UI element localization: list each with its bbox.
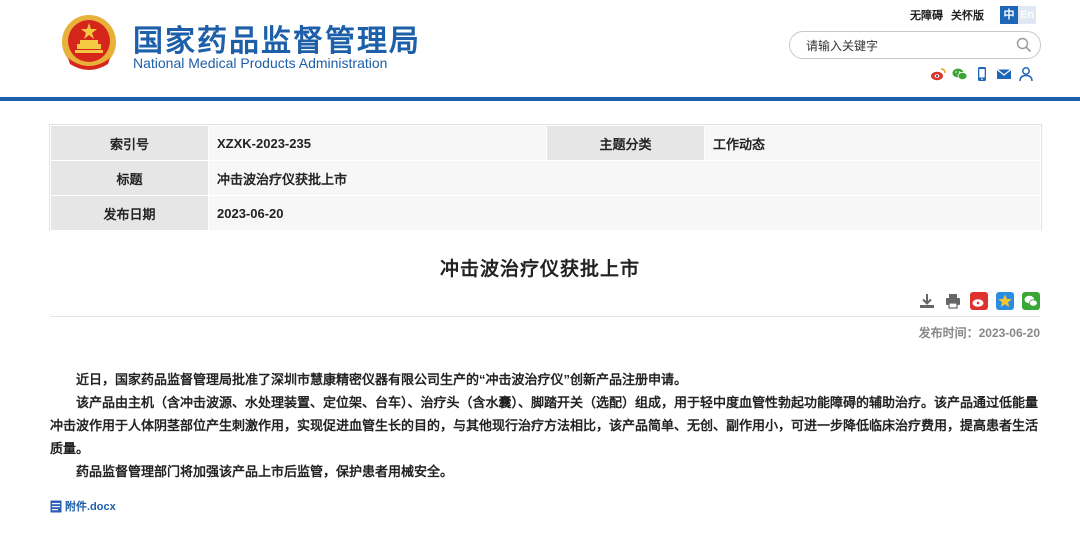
article-paragraph: 药品监督管理部门将加强该产品上市后监管，保护患者用械安全。 <box>76 464 454 479</box>
attachment-label[interactable]: 附件.docx <box>65 498 116 514</box>
accessibility-link[interactable]: 无障碍 <box>910 7 943 23</box>
index-label: 索引号 <box>50 125 209 161</box>
search-input[interactable] <box>806 36 1006 56</box>
search-box <box>789 31 1041 59</box>
table-row: 发布日期 2023-06-20 <box>50 195 1041 231</box>
language-switch: 中 En <box>1000 6 1036 24</box>
site-name-en: National Medical Products Administration <box>133 55 388 71</box>
article-tools <box>918 292 1040 310</box>
download-icon[interactable] <box>918 292 936 310</box>
category-label: 主题分类 <box>546 125 705 161</box>
attachment-link[interactable]: 附件.docx <box>50 498 116 514</box>
wechat-share-icon[interactable] <box>1022 292 1040 310</box>
social-links <box>930 66 1034 82</box>
top-links: 无障碍 关怀版 中 En <box>910 6 1036 24</box>
qzone-share-icon[interactable] <box>996 292 1014 310</box>
date-value: 2023-06-20 <box>208 195 1041 231</box>
table-row: 索引号 XZXK-2023-235 主题分类 工作动态 <box>50 125 1041 161</box>
article-divider <box>50 316 1040 317</box>
weibo-share-icon[interactable] <box>970 292 988 310</box>
user-icon[interactable] <box>1018 66 1034 82</box>
print-icon[interactable] <box>944 292 962 310</box>
header-divider <box>0 97 1080 101</box>
mail-icon[interactable] <box>996 66 1012 82</box>
article-title: 冲击波治疗仪获批上市 <box>439 259 640 280</box>
article-paragraph: 近日，国家药品监督管理局批准了深圳市慧康精密仪器有限公司生产的“冲击波治疗仪”创… <box>76 372 688 387</box>
elderly-mode-link[interactable]: 关怀版 <box>951 7 984 23</box>
search-icon[interactable] <box>1016 37 1032 53</box>
category-value: 工作动态 <box>704 125 1041 161</box>
site-header: 国家药品监督管理局 National Medical Products Admi… <box>0 0 1080 101</box>
wechat-icon[interactable] <box>952 66 968 82</box>
site-name-cn: 国家药品监督管理局 <box>133 25 421 58</box>
title-label: 标题 <box>50 160 209 196</box>
title-value: 冲击波治疗仪获批上市 <box>208 160 1041 196</box>
article-paragraph: 该产品由主机（含冲击波源、水处理装置、定位架、台车）、治疗头（含水囊）、脚踏开关… <box>50 395 1039 456</box>
info-table: 索引号 XZXK-2023-235 主题分类 工作动态 标题 冲击波治疗仪获批上… <box>50 125 1041 231</box>
word-doc-icon <box>50 500 62 512</box>
national-emblem-icon <box>62 15 116 70</box>
date-label: 发布日期 <box>50 195 209 231</box>
weibo-icon[interactable] <box>930 66 946 82</box>
lang-zh-button[interactable]: 中 <box>1000 6 1018 24</box>
mobile-icon[interactable] <box>974 66 990 82</box>
index-value: XZXK-2023-235 <box>208 125 547 161</box>
publish-time: 发布时间：2023-06-20 <box>918 326 1040 340</box>
lang-en-button[interactable]: En <box>1018 6 1036 24</box>
article-body: 近日，国家药品监督管理局批准了深圳市慧康精密仪器有限公司生产的“冲击波治疗仪”创… <box>50 368 1042 483</box>
table-row: 标题 冲击波治疗仪获批上市 <box>50 160 1041 196</box>
